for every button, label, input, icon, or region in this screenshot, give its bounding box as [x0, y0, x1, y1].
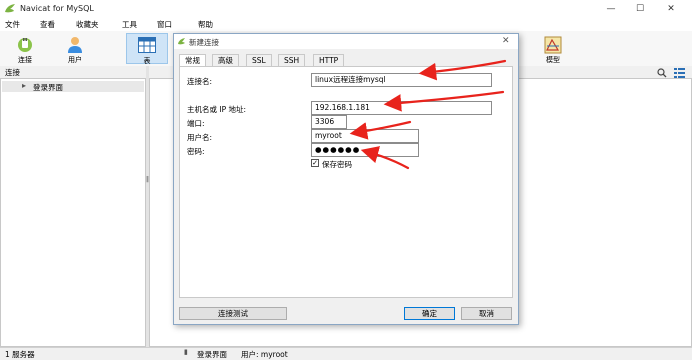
user-button[interactable]: 用户 [54, 33, 96, 64]
username-label: 用户名: [187, 133, 213, 142]
password-input[interactable]: ●●●●●● [311, 143, 419, 157]
title-bar: Navicat for MySQL — ☐ ✕ [0, 0, 692, 18]
model-button[interactable]: 模型 [532, 33, 574, 64]
save-password-label: 保存密码 [322, 160, 352, 169]
tab-http[interactable]: HTTP [313, 54, 345, 66]
connection-name-label: 连接名: [187, 77, 213, 86]
tree-item-label: 登录界面 [33, 83, 63, 92]
port-label: 端口: [187, 119, 205, 128]
status-user: 用户: myroot [241, 350, 288, 359]
plug-icon [18, 38, 32, 52]
connection-header-label: 连接 [5, 68, 20, 77]
save-password-checkbox[interactable]: ✓ [311, 159, 319, 167]
menu-view[interactable]: 查看 [40, 19, 55, 30]
status-bar: 1 服务器 ▮ 登录界面 用户: myroot [0, 347, 692, 359]
table-button[interactable]: 表 [126, 33, 168, 65]
host-label: 主机名或 IP 地址: [187, 105, 247, 114]
new-connection-dialog: 新建连接 ✕ 常规 高级 SSL SSH HTTP 连接名: linux远程连接… [173, 33, 519, 325]
model-label: 模型 [546, 56, 560, 64]
user-label: 用户 [68, 56, 82, 64]
grid-view-icon[interactable] [674, 68, 685, 78]
menu-window[interactable]: 窗口 [157, 19, 172, 30]
tab-ssh[interactable]: SSH [278, 54, 306, 66]
table-label: 表 [143, 57, 151, 65]
tab-ssl[interactable]: SSL [246, 54, 272, 66]
minimize-button[interactable]: — [600, 2, 622, 16]
menu-favorites[interactable]: 收藏夹 [76, 19, 99, 30]
menu-file[interactable]: 文件 [5, 19, 20, 30]
dialog-titlebar: 新建连接 ✕ [174, 34, 518, 49]
connection-panel-header: 连接 [0, 66, 146, 78]
db-status-icon: ▮ [184, 348, 188, 356]
menu-bar: 文件 查看 收藏夹 工具 窗口 帮助 [0, 18, 692, 31]
navicat-logo-icon [5, 4, 15, 13]
password-label: 密码: [187, 147, 205, 156]
connect-button[interactable]: 连接 [4, 33, 46, 64]
dialog-close-button[interactable]: ✕ [502, 36, 510, 46]
user-icon [68, 37, 82, 53]
general-tab-page: 连接名: linux远程连接mysql 主机名或 IP 地址: 192.168.… [179, 66, 513, 298]
tree-item-login[interactable]: ▸ 登录界面 [2, 81, 144, 92]
maximize-button[interactable]: ☐ [629, 2, 651, 16]
host-input[interactable]: 192.168.1.181 [311, 101, 492, 115]
menu-tools[interactable]: 工具 [122, 19, 137, 30]
status-connection: 登录界面 [197, 350, 227, 359]
tab-advanced[interactable]: 高级 [212, 54, 239, 66]
test-connection-button[interactable]: 连接测试 [179, 307, 287, 320]
dialog-logo-icon [178, 38, 185, 45]
tree-expand-icon[interactable]: ▸ [22, 81, 26, 90]
cancel-button[interactable]: 取消 [461, 307, 512, 320]
model-icon [544, 36, 562, 54]
server-count: 1 服务器 [5, 350, 35, 359]
dialog-title: 新建连接 [189, 38, 219, 47]
app-title: Navicat for MySQL [20, 4, 94, 13]
ok-button[interactable]: 确定 [404, 307, 455, 320]
port-input[interactable]: 3306 [311, 115, 347, 129]
connect-label: 连接 [18, 56, 32, 64]
close-button[interactable]: ✕ [660, 2, 682, 16]
connection-tree: ▸ 登录界面 [0, 78, 146, 347]
username-input[interactable]: myroot [311, 129, 419, 143]
table-icon [138, 37, 156, 53]
connection-name-input[interactable]: linux远程连接mysql [311, 73, 492, 87]
menu-help[interactable]: 帮助 [198, 19, 213, 30]
search-icon[interactable] [657, 68, 667, 78]
